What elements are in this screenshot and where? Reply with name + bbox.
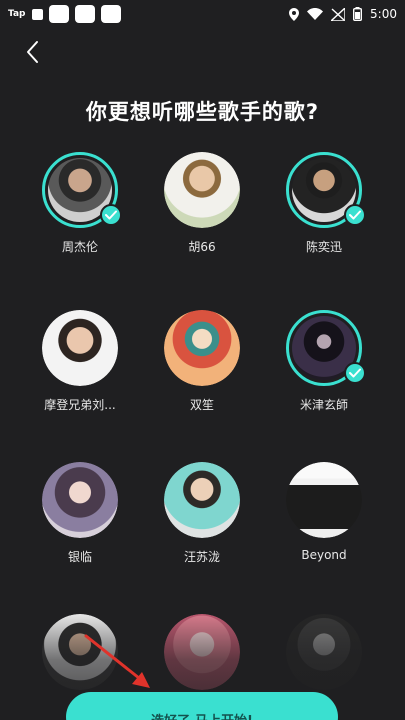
avatar-photo xyxy=(286,462,362,538)
signal-off-icon xyxy=(331,7,346,21)
location-icon xyxy=(289,7,300,21)
start-button-label: 选好了,马上开始! xyxy=(151,710,253,720)
artist-name: 陈奕迅 xyxy=(305,240,342,254)
avatar-wrap xyxy=(164,310,240,386)
avatar xyxy=(286,462,362,538)
artist-name: 银临 xyxy=(67,550,92,564)
wifi-icon xyxy=(307,8,324,20)
avatar-photo xyxy=(164,310,240,386)
artist-name: 米津玄師 xyxy=(299,398,348,412)
artist-name: 汪苏泷 xyxy=(183,550,220,564)
avatar-photo xyxy=(164,462,240,538)
chevron-left-icon xyxy=(27,41,38,63)
check-icon xyxy=(344,362,366,384)
artist-card[interactable]: 汪苏泷 xyxy=(142,462,262,565)
artist-card[interactable]: 米津玄師 xyxy=(264,310,384,413)
start-button[interactable]: 选好了,马上开始! xyxy=(66,692,338,720)
avatar-wrap xyxy=(42,462,118,538)
avatar-wrap xyxy=(286,462,362,538)
clock: 5:00 xyxy=(370,7,397,21)
artist-name: 摩登兄弟刘... xyxy=(44,398,116,412)
artist-card[interactable]: 陈奕迅 xyxy=(264,152,384,255)
back-button[interactable] xyxy=(18,38,46,66)
notification-icon xyxy=(100,5,121,23)
artist-card[interactable]: 银临 xyxy=(20,462,140,565)
status-left: Tap xyxy=(8,5,121,23)
avatar-photo xyxy=(42,310,118,386)
red-arrow-annotation xyxy=(84,634,150,688)
avatar-photo xyxy=(42,462,118,538)
status-bar: Tap 5:00 xyxy=(0,0,405,28)
artist-card[interactable]: 双笙 xyxy=(142,310,262,413)
avatar-wrap xyxy=(164,152,240,228)
avatar xyxy=(164,462,240,538)
artist-name: 周杰伦 xyxy=(61,240,98,254)
artist-name: Beyond xyxy=(301,548,347,562)
check-icon xyxy=(344,204,366,226)
notification-icon xyxy=(31,8,43,20)
avatar-wrap xyxy=(42,310,118,386)
check-icon xyxy=(100,204,122,226)
artist-card[interactable]: Beyond xyxy=(264,462,384,562)
artist-name: 胡66 xyxy=(188,240,216,254)
app-tag: Tap xyxy=(8,9,26,19)
status-right: 5:00 xyxy=(289,7,397,21)
page-title: 你更想听哪些歌手的歌? xyxy=(85,100,320,124)
battery-icon xyxy=(353,7,363,21)
avatar xyxy=(164,152,240,228)
avatar xyxy=(164,310,240,386)
avatar-photo xyxy=(164,152,240,228)
avatar xyxy=(42,310,118,386)
notification-icon xyxy=(74,5,95,23)
avatar-wrap xyxy=(164,462,240,538)
artist-card[interactable]: 周杰伦 xyxy=(20,152,140,255)
avatar-wrap xyxy=(286,152,366,228)
artist-card[interactable]: 胡66 xyxy=(142,152,262,255)
notification-icon xyxy=(48,5,69,23)
avatar-wrap xyxy=(42,152,122,228)
avatar xyxy=(42,462,118,538)
avatar-wrap xyxy=(286,310,366,386)
artist-card[interactable]: 摩登兄弟刘... xyxy=(20,310,140,413)
artist-name: 双笙 xyxy=(189,398,214,412)
